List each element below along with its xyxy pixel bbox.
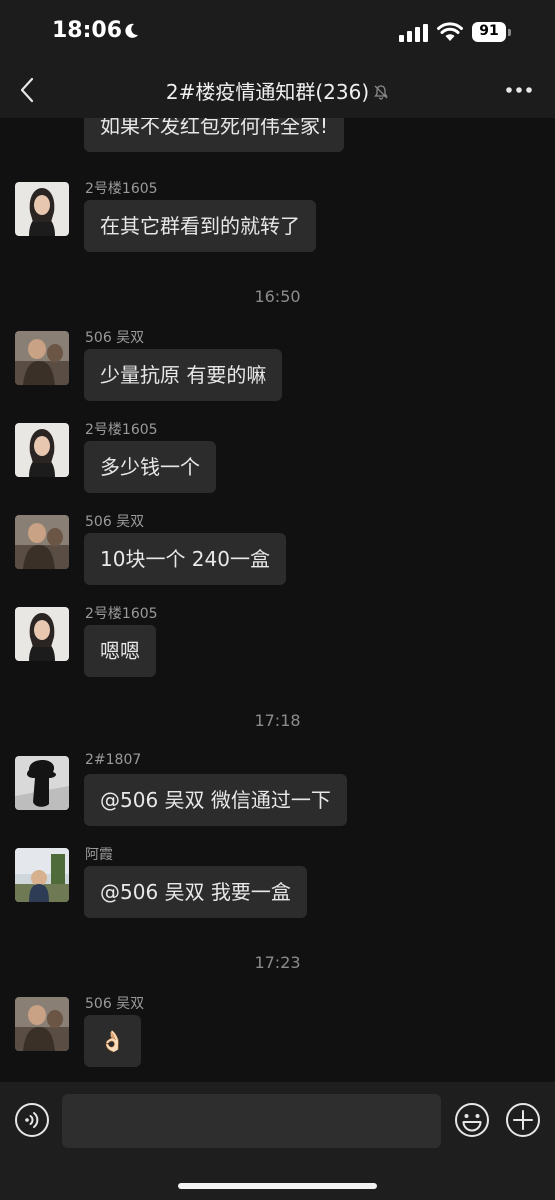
plus-icon[interactable]	[505, 1102, 541, 1138]
message-bubble[interactable]: 在其它群看到的就转了	[84, 200, 316, 252]
voice-icon[interactable]	[14, 1102, 50, 1138]
message-list[interactable]: 如果不发红包死何伟全家! 2号楼1605 在其它群看到的就转了 16:50 50…	[0, 118, 555, 1082]
avatar[interactable]	[15, 423, 69, 477]
status-time: 18:06	[52, 18, 123, 43]
sender-name: 2号楼1605	[85, 181, 158, 197]
battery-indicator: 91	[472, 22, 512, 42]
sender-name: 506 吴双	[85, 514, 145, 530]
home-indicator[interactable]	[178, 1183, 377, 1189]
message-bubble[interactable]: 少量抗原 有要的嘛	[84, 349, 283, 401]
group-title[interactable]: 2#楼疫情通知群(236)	[0, 76, 555, 105]
timestamp: 17:23	[254, 953, 301, 972]
status-bar: 18:06 91	[0, 0, 555, 62]
message-bubble[interactable]: @506 吴双 微信通过一下	[84, 774, 347, 826]
chat-header: 2#楼疫情通知群(236)	[0, 62, 555, 118]
avatar[interactable]	[15, 997, 69, 1051]
sender-name: 506 吴双	[85, 996, 145, 1012]
moon-icon	[125, 23, 138, 38]
more-dots-icon[interactable]	[505, 86, 533, 94]
sender-name: 2号楼1605	[85, 422, 158, 438]
avatar[interactable]	[15, 607, 69, 661]
message-bubble[interactable]: 如果不发红包死何伟全家!	[84, 118, 345, 152]
input-bar	[0, 1082, 555, 1200]
message-bubble[interactable]: 嗯嗯	[84, 625, 156, 677]
wifi-icon	[437, 22, 463, 41]
message-bubble[interactable]: 👌🏻	[84, 1015, 141, 1067]
message-bubble[interactable]: 10块一个 240一盒	[84, 533, 286, 585]
battery-percent: 91	[479, 23, 499, 39]
avatar[interactable]	[15, 756, 69, 810]
avatar[interactable]	[15, 515, 69, 569]
timestamp: 16:50	[254, 287, 301, 306]
avatar[interactable]	[15, 182, 69, 236]
group-title-text: 2#楼疫情通知群(236)	[165, 80, 370, 104]
sender-name: 2号楼1605	[85, 606, 158, 622]
message-bubble[interactable]: 多少钱一个	[84, 441, 216, 493]
timestamp: 17:18	[254, 711, 301, 730]
avatar[interactable]	[15, 331, 69, 385]
sender-name: 阿霞	[85, 847, 113, 863]
sender-name: 506 吴双	[85, 330, 145, 346]
signal-icon	[399, 24, 428, 42]
avatar[interactable]	[15, 848, 69, 902]
message-bubble[interactable]: @506 吴双 我要一盒	[84, 866, 307, 918]
message-input[interactable]	[62, 1094, 441, 1148]
sender-name: 2#1807	[85, 752, 142, 768]
emoji-icon[interactable]	[454, 1102, 490, 1138]
bell-slash-icon	[374, 85, 388, 100]
